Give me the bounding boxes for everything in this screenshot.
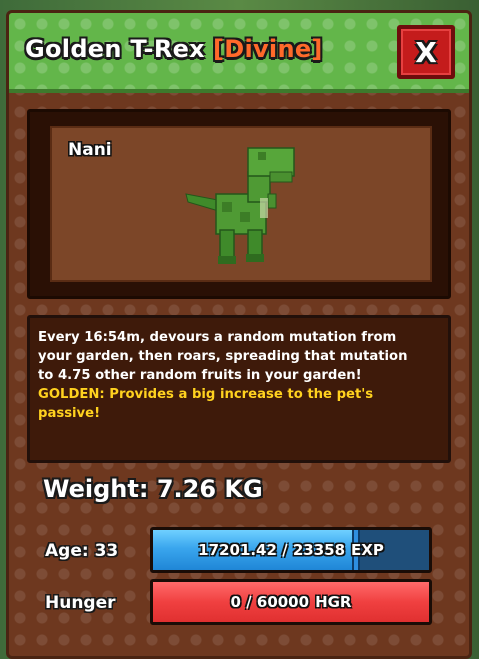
golden-bonus-line: passive! [38,406,101,421]
pet-viewport-frame: Nani [27,109,451,299]
hunger-unit: HGR [315,593,352,611]
panel-header: Golden T-Rex [Divine] X [9,13,469,93]
close-button[interactable]: X [397,25,455,79]
close-icon: X [415,35,437,69]
pet-title: Golden T-Rex [Divine] [25,35,323,63]
pet-info-panel: Golden T-Rex [Divine] X Nani Every 16:54… [6,10,472,659]
hunger-bar: 0 / 60000 HGR [150,579,432,625]
description-line: your garden, then roars, spreading that … [38,349,408,364]
pet-weight: Weight: 7.26 KG [43,475,263,503]
exp-bar: 17201.42 / 23358 EXP [150,527,432,573]
rarity-tag: [Divine] [212,35,323,63]
hunger-label: Hunger [45,593,116,613]
description-line: to 4.75 other random fruits in your gard… [38,368,362,383]
exp-bar-text: 17201.42 / 23358 EXP [153,530,429,570]
pet-viewport: Nani [50,126,432,282]
trex-model-icon [185,147,295,264]
game-background: Golden T-Rex [Divine] X Nani Every 16:54… [0,0,479,659]
description-line: Every 16:54m, devours a random mutation … [38,330,397,345]
hunger-bar-text: 0 / 60000 HGR [153,582,429,622]
hunger-value: 0 / 60000 [230,593,310,611]
exp-value: 17201.42 / 23358 [198,541,346,559]
exp-unit: EXP [351,541,384,559]
pet-nickname: Nani [68,140,112,160]
ability-description: Every 16:54m, devours a random mutation … [27,315,451,463]
pet-species-name: Golden T-Rex [25,35,205,63]
age-label: Age: 33 [45,541,119,561]
golden-bonus-line: GOLDEN: Provides a big increase to the p… [38,387,374,402]
